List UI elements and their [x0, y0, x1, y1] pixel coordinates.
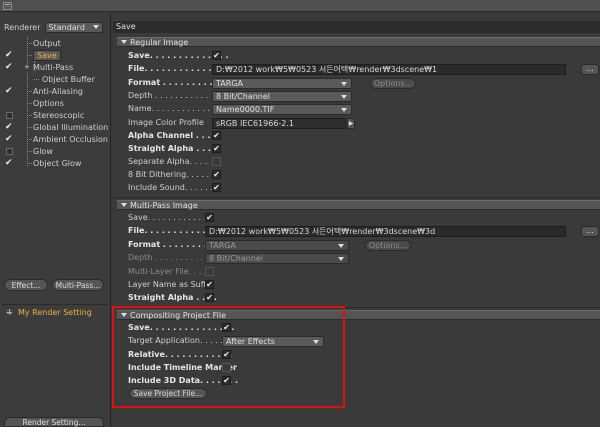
renderer-label: Renderer	[4, 22, 41, 32]
regular-file-path-field[interactable]: D:₩2012 work₩5₩0523 서든어택₩render₩3dscene₩…	[212, 64, 566, 75]
regular-separate-alpha-row: Separate Alpha. . . .	[128, 157, 328, 168]
enabled-checkmark-icon[interactable]: ✔	[5, 87, 14, 96]
renderer-dropdown[interactable]: Standard	[44, 21, 103, 33]
enable-checkbox[interactable]	[6, 112, 13, 119]
regular-color-profile-field: sRGB IEC61966-2.1	[212, 118, 346, 129]
window-titlebar	[0, 0, 600, 12]
multipass-layer-name-row: Layer Name as Suffix ✔	[128, 280, 214, 289]
regular-straight-alpha-row: Straight Alpha . . . . ✔	[128, 144, 221, 153]
multi-pass-button[interactable]: Multi-Pass...	[52, 279, 104, 291]
section-divider	[113, 197, 600, 198]
multipass-options-button[interactable]: Options...	[365, 240, 411, 251]
chevron-down-icon	[338, 257, 344, 261]
enabled-checkmark-icon[interactable]: ✔	[5, 51, 14, 60]
straight-alpha-checkbox[interactable]: ✔	[212, 144, 221, 153]
tree-item-stereoscopic[interactable]: Stereoscopic	[0, 109, 111, 121]
multipass-file-browse-button[interactable]: ...	[581, 226, 599, 237]
tree-item-glow[interactable]: Glow	[0, 145, 111, 157]
enabled-checkmark-icon[interactable]: ✔	[5, 123, 14, 132]
tree-item-multi-pass[interactable]: ✔ + Multi-Pass	[0, 61, 111, 73]
render-setting-list: ⁜ My Render Setting	[2, 304, 108, 422]
regular-file-browse-button[interactable]: ...	[581, 64, 599, 75]
settings-tree: Output ✔ Save ✔ + Multi-Pass Object Buff…	[0, 37, 111, 169]
include-sound-checkbox[interactable]: ✔	[212, 183, 221, 192]
multipass-straight-alpha-row: Straight Alpha . . . . ✔	[128, 293, 217, 302]
tree-item-object-glow[interactable]: ✔ Object Glow	[0, 157, 111, 169]
regular-image-section-header[interactable]: Regular Image	[117, 37, 600, 47]
effect-button[interactable]: Effect...	[4, 279, 48, 291]
regular-format-dropdown[interactable]: TARGA	[212, 78, 352, 89]
regular-alpha-row: Alpha Channel . . . ✔	[128, 131, 221, 140]
enable-checkbox[interactable]	[6, 148, 13, 155]
enabled-checkmark-icon[interactable]: ✔	[5, 159, 14, 168]
multipass-save-checkbox[interactable]: ✔	[205, 213, 214, 222]
multipass-multilayer-row: Multi-Layer File. . . . .	[128, 267, 328, 278]
regular-depth-row: Depth . . . . . . . . . . . 8 Bit/Channe…	[128, 91, 428, 102]
render-setting-item[interactable]: ⁜ My Render Setting	[6, 308, 92, 317]
renderer-row: Renderer Standard	[4, 21, 103, 33]
multipass-file-path-field[interactable]: D:₩2012 work₩5₩0523 서든어택₩render₩3dscene₩…	[205, 226, 566, 237]
tree-item-save[interactable]: ✔ Save	[0, 49, 111, 61]
render-settings-sidebar: Renderer Standard Output ✔ Save ✔ + Mult…	[0, 13, 111, 427]
regular-dithering-row: 8 Bit Dithering. . . . . ✔	[128, 170, 221, 179]
render-setting-icon: ⁜	[6, 307, 13, 317]
chevron-down-icon	[341, 95, 347, 99]
multipass-image-section-header[interactable]: Multi-Pass Image	[117, 200, 600, 210]
tree-item-global-illumination[interactable]: ✔ Global Illumination	[0, 121, 111, 133]
multipass-depth-dropdown[interactable]: 8 Bit/Channel	[205, 253, 349, 264]
regular-save-row: Save. . . . . . . . . . . . . . ✔	[128, 51, 229, 60]
window-icon[interactable]	[3, 2, 12, 10]
regular-depth-dropdown[interactable]: 8 Bit/Channel	[212, 91, 352, 102]
tree-item-ambient-occlusion[interactable]: ✔ Ambient Occlusion	[0, 133, 111, 145]
enabled-checkmark-icon[interactable]: ✔	[5, 135, 14, 144]
multipass-straight-alpha-checkbox[interactable]: ✔	[205, 293, 214, 302]
regular-format-row: Format . . . . . . . . . . TARGA Options…	[128, 78, 428, 89]
regular-file-row: File. . . . . . . . . . . . . . D:₩2012 …	[128, 64, 599, 75]
render-setting-button[interactable]: Render Setting...	[4, 417, 104, 427]
alpha-channel-checkbox[interactable]: ✔	[212, 131, 221, 140]
multipass-file-row: File. . . . . . . . . . . . . D:₩2012 wo…	[128, 226, 599, 237]
chevron-down-icon	[341, 108, 347, 112]
multilayer-file-checkbox[interactable]	[205, 267, 214, 276]
collapse-toggle-icon[interactable]: +	[24, 64, 30, 71]
separate-alpha-checkbox[interactable]	[212, 157, 221, 166]
multipass-format-row: Format . . . . . . . . . TARGA Options..…	[128, 240, 448, 251]
chevron-down-icon	[338, 244, 344, 248]
regular-save-checkbox[interactable]: ✔	[212, 51, 221, 60]
multipass-format-dropdown[interactable]: TARGA	[205, 240, 349, 251]
regular-name-row: Name. . . . . . . . . . . . Name0000.TIF	[128, 104, 428, 115]
dithering-checkbox[interactable]: ✔	[212, 170, 221, 179]
tree-item-object-buffer[interactable]: Object Buffer	[0, 73, 111, 85]
regular-name-dropdown[interactable]: Name0000.TIF	[212, 104, 352, 115]
red-highlight-annotation	[112, 306, 345, 408]
collapse-triangle-icon	[121, 40, 127, 44]
collapse-triangle-icon	[121, 203, 127, 207]
panel-title: Save	[113, 21, 600, 33]
chevron-down-icon	[92, 25, 99, 29]
color-profile-menu-icon[interactable]: ▶	[347, 118, 355, 129]
multipass-save-row: Save. . . . . . . . . . . . . ✔	[128, 213, 214, 222]
regular-options-button[interactable]: Options...	[370, 78, 416, 89]
tree-item-options[interactable]: Options	[0, 97, 111, 109]
regular-include-sound-row: Include Sound. . . . . . ✔	[128, 183, 221, 192]
multipass-depth-row: Depth . . . . . . . . . . 8 Bit/Channel	[128, 253, 448, 264]
layer-name-suffix-checkbox[interactable]: ✔	[205, 280, 214, 289]
enabled-checkmark-icon[interactable]: ✔	[5, 63, 14, 72]
tree-item-output[interactable]: Output	[0, 37, 111, 49]
regular-color-profile-row: Image Color Profile sRGB IEC61966-2.1 ▶	[128, 118, 355, 129]
chevron-down-icon	[341, 82, 347, 86]
tree-item-anti-aliasing[interactable]: ✔ Anti-Aliasing	[0, 85, 111, 97]
